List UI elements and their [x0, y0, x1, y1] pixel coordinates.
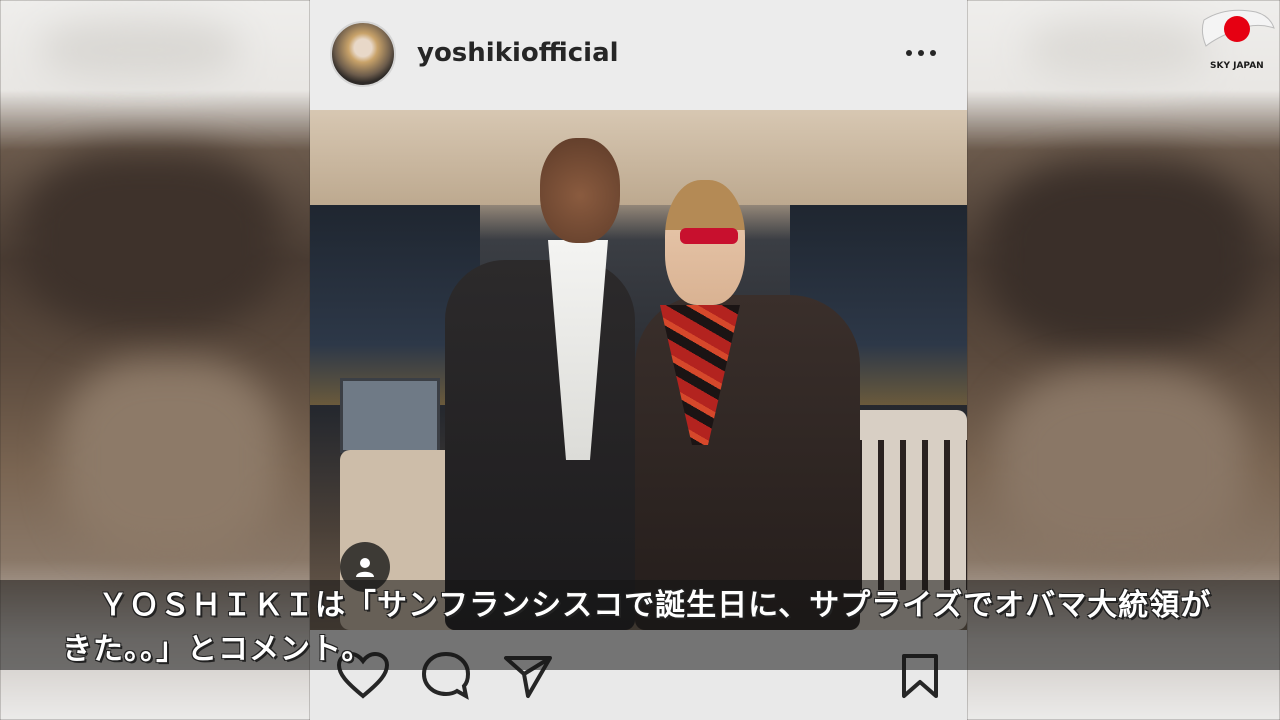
subtitle-caption: ＹＯＳＨＩＫＩは「サンフランシスコで誕生日に、サプライズでオバマ大統領がきた。。… — [62, 588, 1212, 667]
post-photo[interactable] — [310, 110, 967, 630]
more-horizontal-icon[interactable] — [906, 48, 936, 58]
flag-sun-icon — [1224, 16, 1250, 42]
photo-frame — [340, 378, 440, 453]
logo-text: SKY JAPAN — [1210, 61, 1264, 71]
username[interactable]: yoshikiofficial — [417, 38, 619, 68]
post-header: yoshikiofficial — [310, 0, 967, 110]
photo-sunglasses — [680, 228, 738, 244]
photo-person-left — [445, 260, 635, 630]
photo-head-left — [540, 138, 620, 243]
avatar[interactable] — [330, 21, 396, 87]
photo-ceiling — [310, 110, 967, 205]
